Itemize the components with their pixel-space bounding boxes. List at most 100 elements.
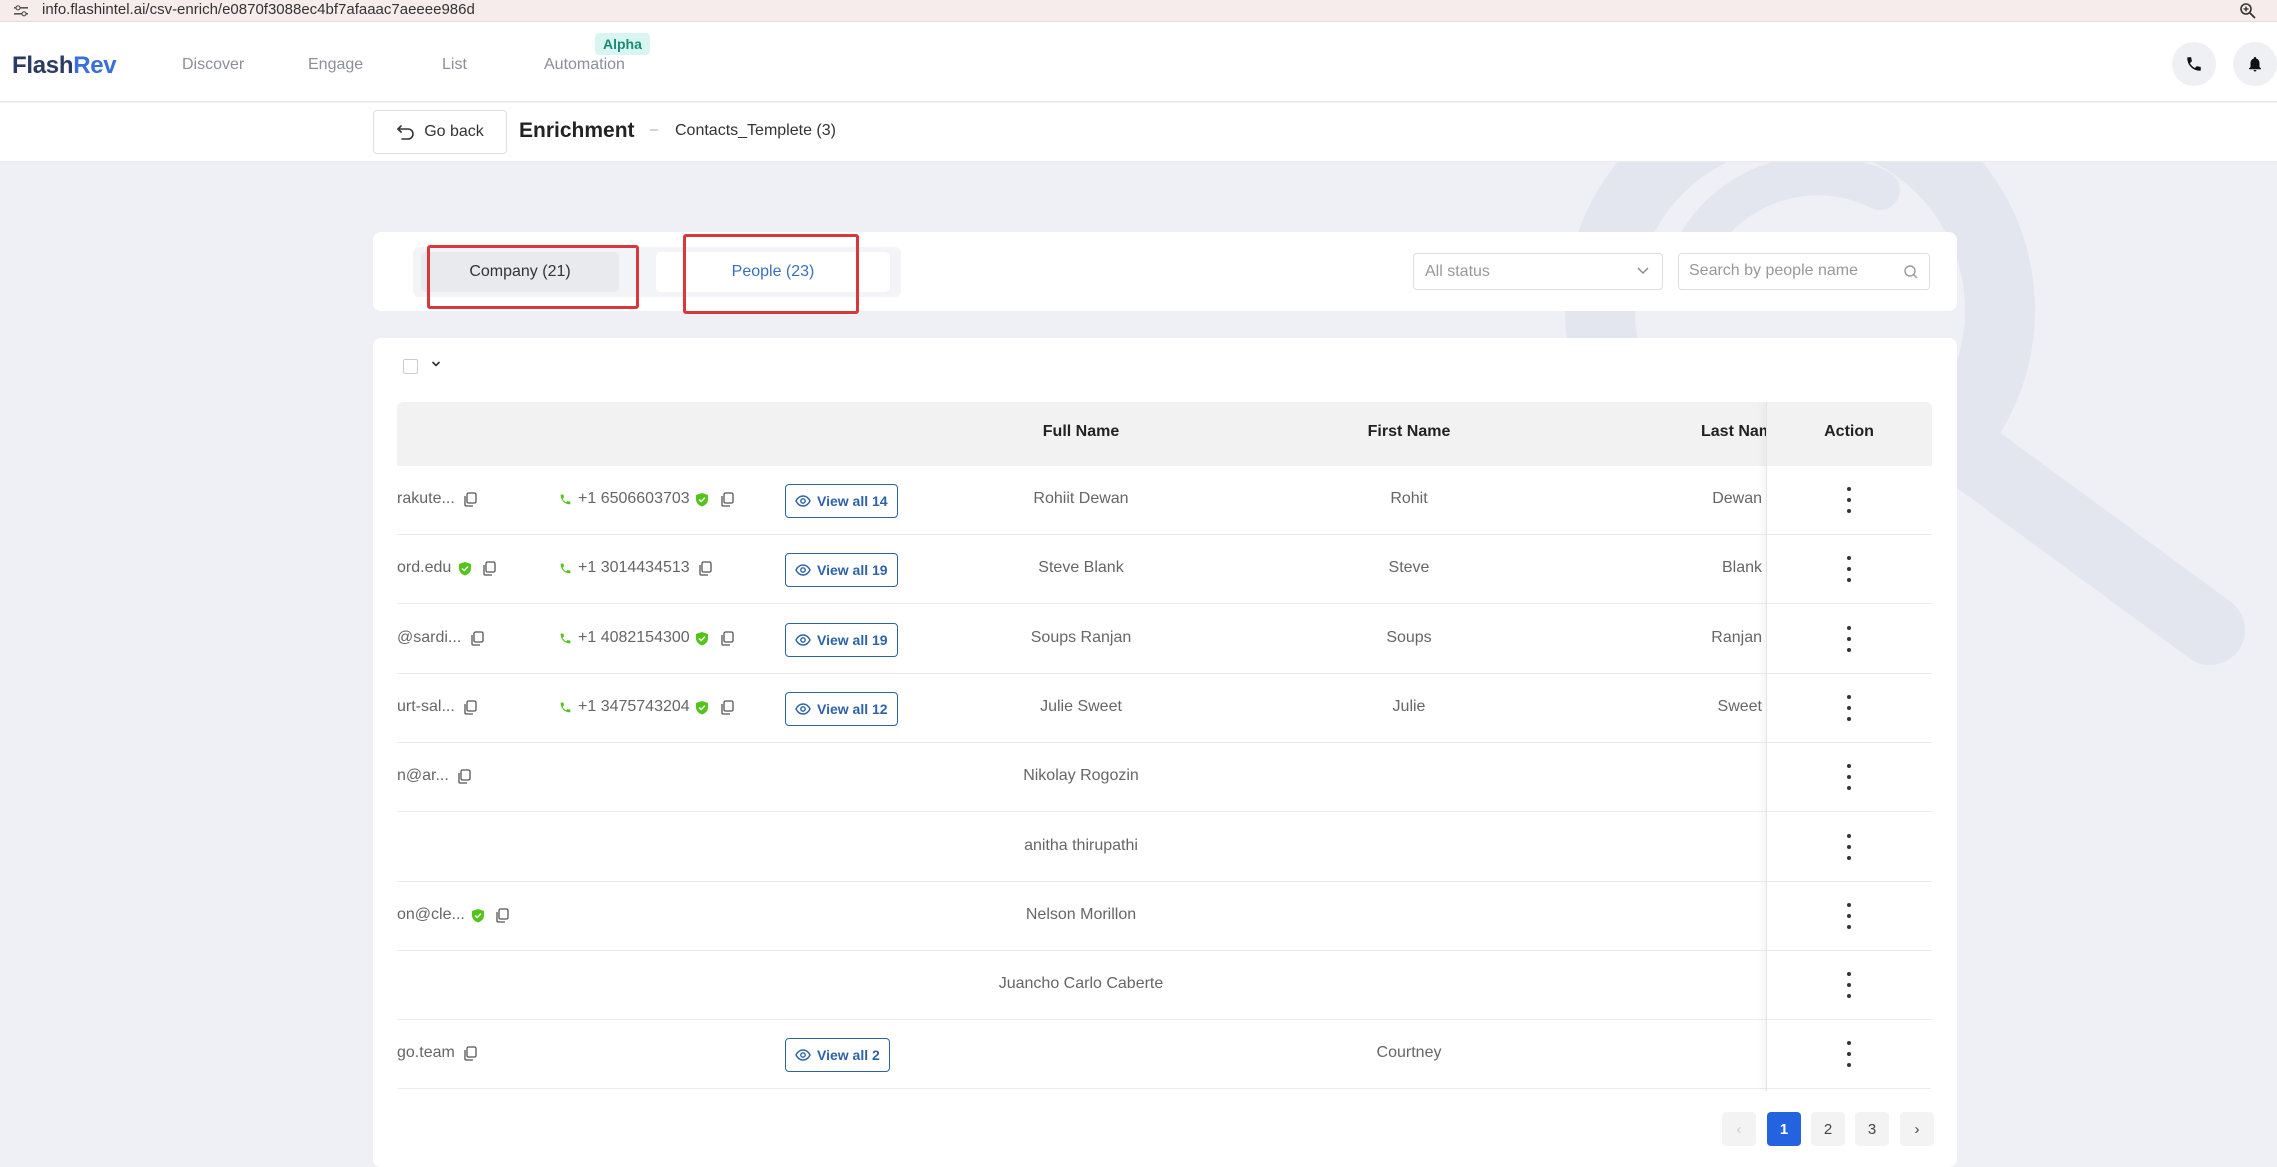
nav-engage[interactable]: Engage — [308, 56, 363, 74]
table-row[interactable]: Juancho Carlo Caberte — [397, 951, 1932, 1021]
full-name-cell: Nelson Morillon — [1025, 905, 1137, 923]
last-name-cell: Blank — [1721, 559, 1762, 577]
view-all-button[interactable]: View all 19 — [785, 622, 898, 657]
company-tab-highlight — [427, 245, 639, 309]
more-actions-icon[interactable] — [1846, 902, 1852, 929]
phone-cell: +1 3014434513 — [578, 559, 690, 577]
pagination-page-1[interactable]: 1 — [1767, 1112, 1801, 1146]
flashrev-logo[interactable]: FlashRev — [12, 52, 117, 80]
pagination-page-2[interactable]: 2 — [1811, 1112, 1845, 1146]
table-row[interactable]: ord.edu +1 3014434513 View all 19 Steve Bla… — [397, 535, 1932, 605]
copy-phone-icon[interactable] — [720, 630, 734, 651]
col-last-name: Last Nam — [1701, 423, 1774, 440]
go-back-button[interactable]: Go back — [373, 110, 507, 154]
full-name-cell: Steve Blank — [1038, 559, 1124, 577]
more-actions-icon[interactable] — [1846, 764, 1852, 791]
phone-icon — [2187, 57, 2201, 71]
verified-shield-icon — [695, 700, 709, 720]
table-row[interactable]: anitha thirupathi — [397, 812, 1932, 882]
phone-icon — [559, 493, 572, 511]
last-name-cell: Sweet — [1717, 697, 1762, 715]
select-all-checkbox[interactable] — [403, 359, 418, 374]
view-all-button[interactable]: View all 14 — [785, 484, 898, 518]
phone-cell: +1 3475743204 — [578, 697, 690, 715]
copy-email-icon[interactable] — [495, 908, 509, 928]
site-settings-icon[interactable] — [14, 5, 28, 17]
eye-icon — [795, 495, 811, 507]
phone-icon — [559, 701, 572, 719]
url-text[interactable]: info.flashintel.ai/csv-enrich/e0870f3088… — [42, 1, 475, 19]
copy-phone-icon[interactable] — [720, 492, 734, 512]
full-name-cell: Juancho Carlo Caberte — [998, 975, 1164, 993]
nav-discover[interactable]: Discover — [182, 56, 244, 74]
status-filter-select[interactable]: All status — [1413, 253, 1663, 290]
copy-phone-icon[interactable] — [698, 561, 712, 581]
email-cell: go.team — [397, 1044, 455, 1062]
verified-shield-icon — [458, 561, 472, 581]
zoom-icon[interactable] — [2239, 2, 2257, 20]
email-cell: on@cle... — [397, 905, 465, 923]
more-actions-icon[interactable] — [1846, 1041, 1852, 1068]
first-name-cell: Soups — [1386, 628, 1432, 646]
view-all-button[interactable]: View all 2 — [785, 1038, 890, 1073]
pagination-next[interactable]: › — [1900, 1112, 1934, 1146]
select-options-caret-icon[interactable] — [431, 360, 441, 368]
top-navigation: FlashRev Discover Engage List Automation… — [0, 22, 2277, 102]
email-cell: n@ar... — [397, 767, 449, 785]
full-name-cell: Nikolay Rogozin — [1023, 767, 1139, 785]
copy-email-icon[interactable] — [463, 700, 477, 720]
verified-shield-icon — [695, 631, 709, 651]
table-row[interactable]: go.team View all 2 Courtney — [397, 1020, 1932, 1090]
people-search-input[interactable] — [1689, 262, 1889, 280]
chevron-down-icon — [1637, 267, 1649, 274]
nav-list[interactable]: List — [442, 56, 467, 74]
more-actions-icon[interactable] — [1846, 556, 1852, 583]
pagination-prev[interactable]: ‹ — [1722, 1112, 1756, 1146]
table-row[interactable]: @sardi... +1 4082154300 View all 19 Soups R… — [397, 604, 1932, 674]
go-back-label: Go back — [424, 123, 484, 140]
action-header-cell: Action — [1766, 402, 1932, 466]
view-all-label: View all 12 — [817, 700, 888, 717]
more-actions-icon[interactable] — [1846, 833, 1852, 860]
table-row[interactable]: rakute... +1 6506603703 View all 14 Rohiit … — [397, 466, 1932, 535]
results-table-card: Full Name First Name Last Nam Action rak… — [373, 338, 1957, 1167]
first-name-cell: Steve — [1388, 559, 1430, 577]
copy-phone-icon[interactable] — [720, 700, 734, 720]
view-all-button[interactable]: View all 19 — [785, 553, 898, 588]
logo-part-1: Flash — [12, 52, 74, 79]
alpha-badge: Alpha — [595, 33, 650, 55]
more-actions-icon[interactable] — [1846, 694, 1852, 721]
more-actions-icon[interactable] — [1846, 625, 1852, 652]
table-row[interactable]: on@cle... Nelson Morillon — [397, 881, 1932, 951]
copy-email-icon[interactable] — [470, 630, 484, 651]
more-actions-icon[interactable] — [1846, 972, 1852, 999]
copy-email-icon[interactable] — [457, 769, 471, 789]
file-name: Contacts_Templete (3) — [675, 122, 836, 139]
first-name-cell: Courtney — [1376, 1044, 1442, 1062]
copy-email-icon[interactable] — [463, 1046, 477, 1066]
pagination-page-3[interactable]: 3 — [1855, 1112, 1889, 1146]
col-first-name: First Name — [1367, 423, 1451, 440]
view-all-button[interactable]: View all 12 — [785, 691, 898, 726]
full-name-cell: Julie Sweet — [1040, 697, 1122, 715]
people-search[interactable] — [1678, 253, 1930, 290]
phone-button[interactable] — [2172, 42, 2216, 86]
verified-shield-icon — [695, 492, 709, 512]
last-name-cell: Dewan — [1712, 490, 1762, 507]
nav-automation[interactable]: Automation — [544, 56, 625, 74]
search-icon[interactable] — [1903, 264, 1919, 280]
table-row[interactable]: n@ar... Nikolay Rogozin — [397, 743, 1932, 813]
table-header: Full Name First Name Last Nam Action — [397, 402, 1932, 466]
undo-arrow-icon — [397, 125, 414, 140]
table-row[interactable]: urt-sal... +1 3475743204 View all 12 Julie … — [397, 673, 1932, 743]
copy-email-icon[interactable] — [482, 561, 496, 581]
phone-cell: +1 6506603703 — [578, 490, 690, 507]
full-name-cell: Rohiit Dewan — [1033, 490, 1129, 507]
notifications-button[interactable] — [2233, 42, 2277, 86]
phone-icon — [559, 632, 572, 650]
copy-email-icon[interactable] — [463, 492, 477, 512]
eye-icon — [795, 703, 811, 715]
last-name-cell: Ranjan — [1711, 628, 1762, 646]
more-actions-icon[interactable] — [1846, 487, 1852, 513]
email-cell: ord.edu — [397, 559, 452, 577]
